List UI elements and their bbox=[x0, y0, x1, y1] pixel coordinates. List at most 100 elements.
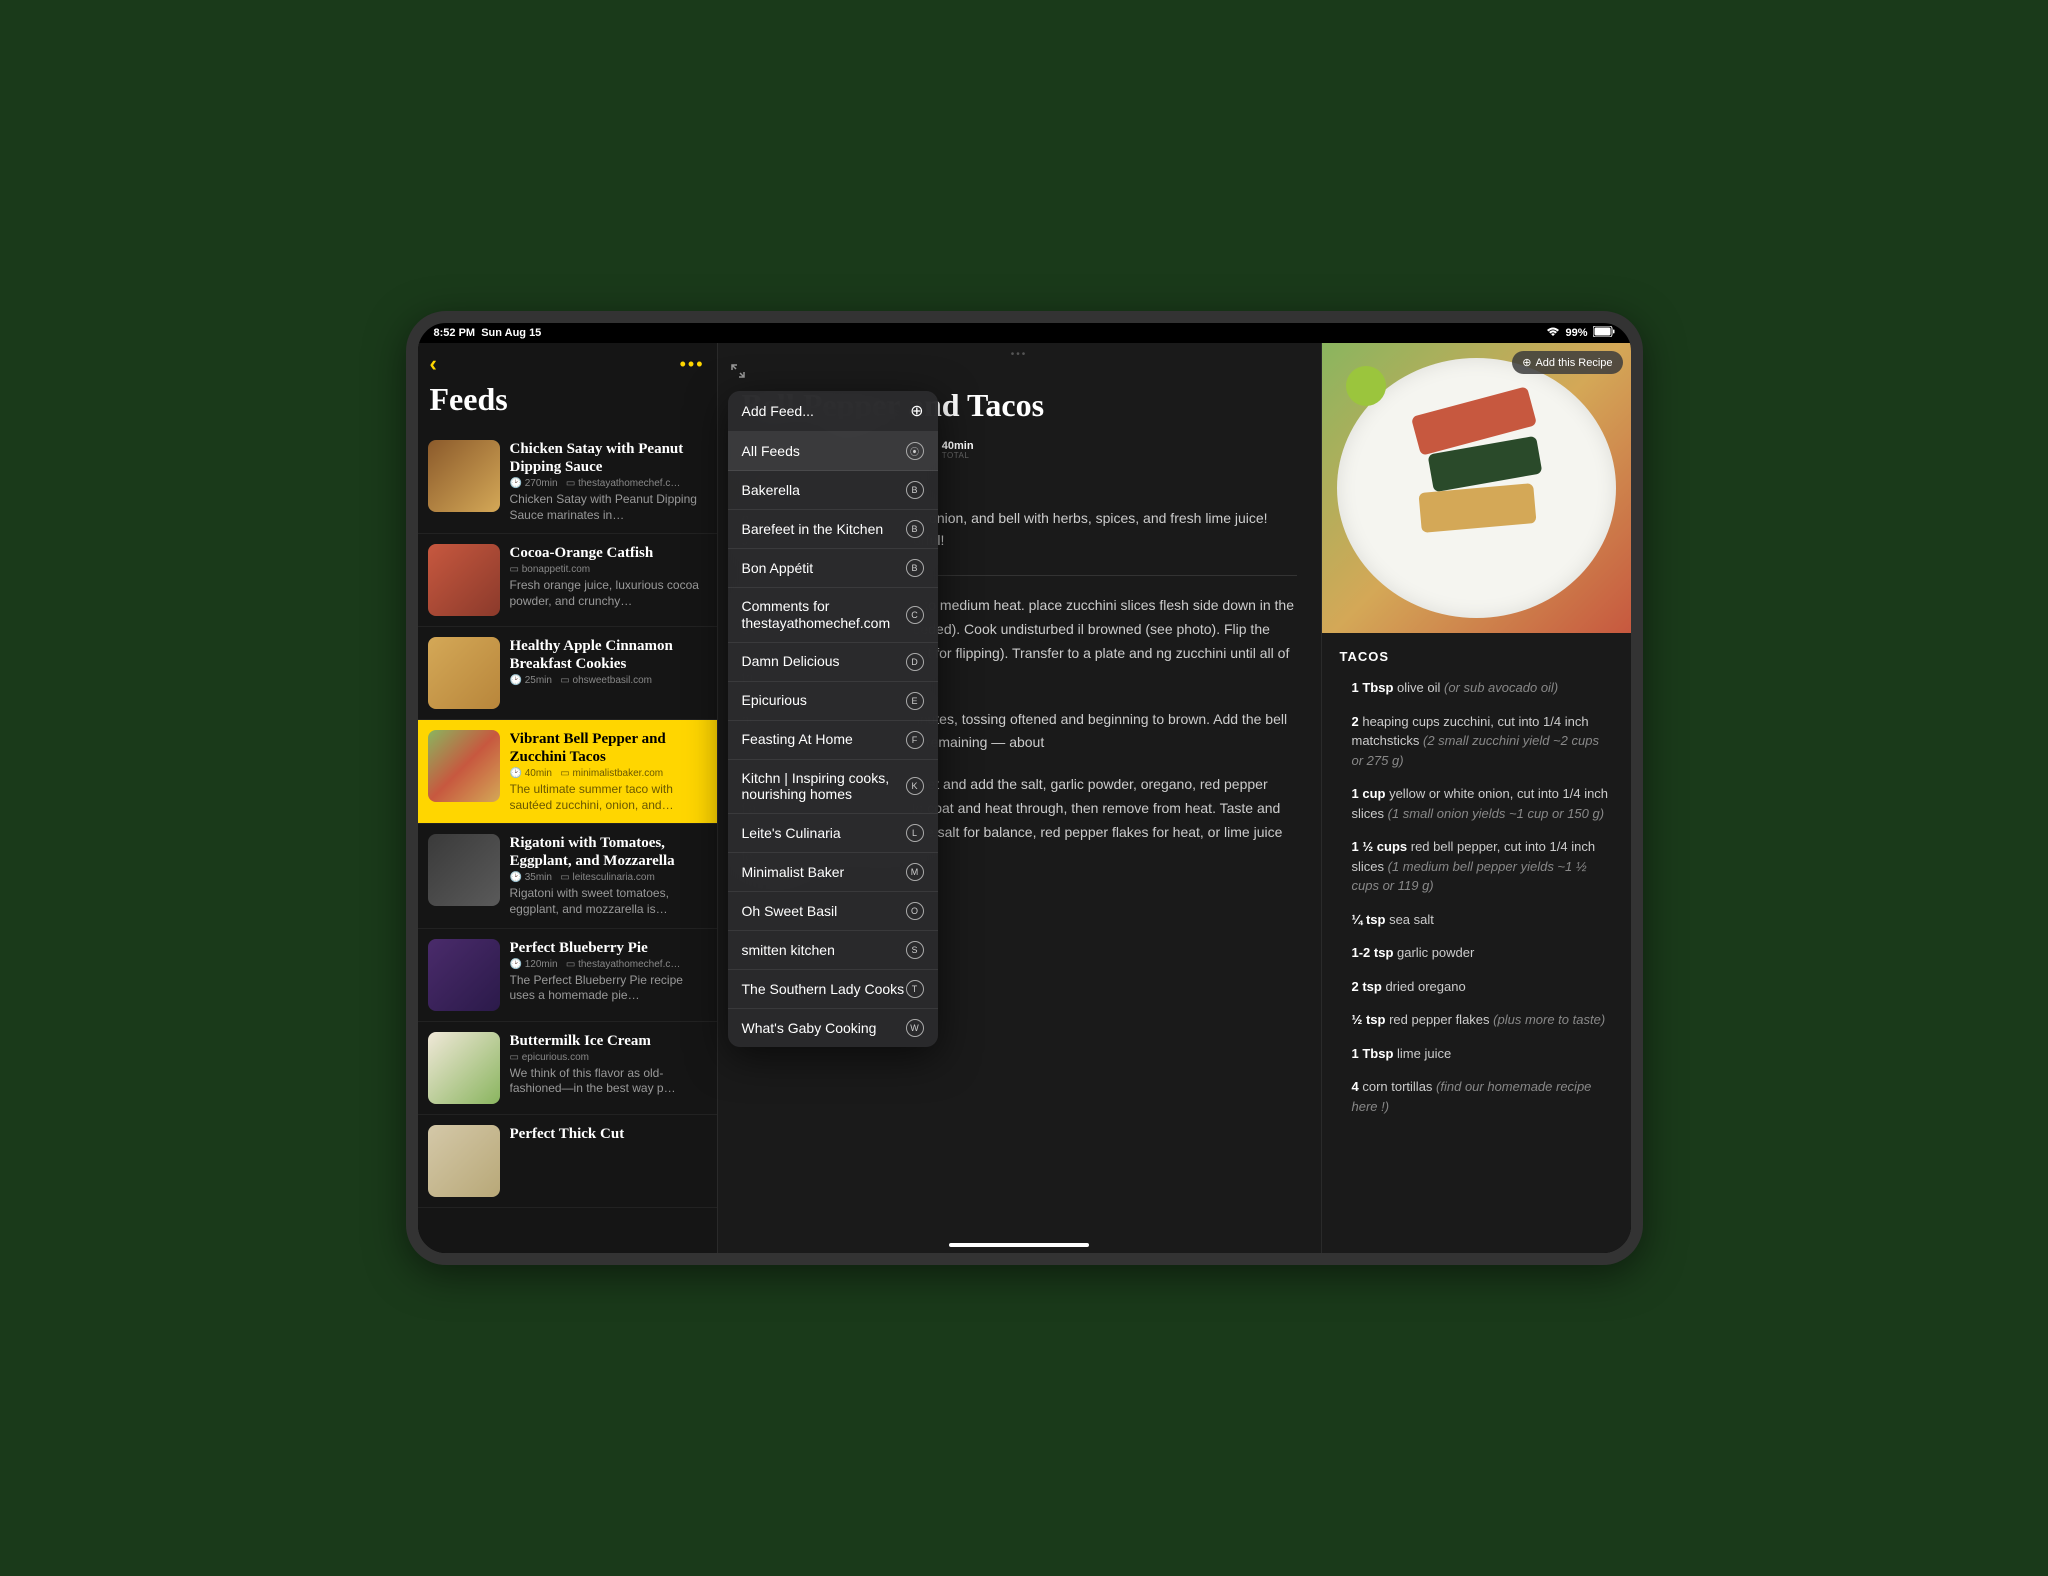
feed-item-title: Buttermilk Ice Cream bbox=[510, 1032, 707, 1050]
feed-item[interactable]: Vibrant Bell Pepper and Zucchini Tacos 🕑… bbox=[418, 720, 717, 824]
feed-thumbnail bbox=[428, 1032, 500, 1104]
drag-handle-icon[interactable]: ••• bbox=[1011, 349, 1028, 360]
dropdown-item[interactable]: Barefeet in the KitchenB bbox=[728, 510, 938, 549]
dropdown-item[interactable]: Damn DeliciousD bbox=[728, 643, 938, 682]
dropdown-item[interactable]: Oh Sweet BasilO bbox=[728, 892, 938, 931]
ingredient-item: ½ tsp red pepper flakes (plus more to ta… bbox=[1340, 1010, 1613, 1030]
plus-circle-icon: ⊕ bbox=[910, 401, 923, 421]
ingredient-item: 2 heaping cups zucchini, cut into 1/4 in… bbox=[1340, 712, 1613, 771]
feed-item[interactable]: Buttermilk Ice Cream ▭ epicurious.com We… bbox=[418, 1022, 717, 1115]
home-indicator[interactable] bbox=[949, 1243, 1089, 1247]
ingredient-item: 1 Tbsp lime juice bbox=[1340, 1044, 1613, 1064]
dropdown-item-label: Leite's Culinaria bbox=[742, 825, 906, 842]
feed-list[interactable]: Chicken Satay with Peanut Dipping Sauce … bbox=[418, 430, 717, 1253]
expand-icon[interactable] bbox=[730, 363, 746, 382]
dropdown-item[interactable]: Bon AppétitB bbox=[728, 549, 938, 588]
feed-badge-icon: O bbox=[906, 902, 924, 920]
feed-item-meta: ▭ bonappetit.com bbox=[510, 564, 707, 575]
right-panel: ⊕ Add this Recipe TACOS 1 Tbsp olive oil… bbox=[1321, 343, 1631, 1253]
dropdown-item[interactable]: What's Gaby CookingW bbox=[728, 1009, 938, 1047]
dropdown-item-label: smitten kitchen bbox=[742, 942, 906, 959]
add-feed-menu-item[interactable]: Add Feed... ⊕ bbox=[728, 391, 938, 432]
ingredient-item: ¼ tsp sea salt bbox=[1340, 910, 1613, 930]
dropdown-item-label: Minimalist Baker bbox=[742, 864, 906, 881]
feed-item[interactable]: Perfect Thick Cut bbox=[418, 1115, 717, 1208]
dropdown-item[interactable]: Kitchn | Inspiring cooks, nourishing hom… bbox=[728, 760, 938, 815]
ingredient-item: 4 corn tortillas (find our homemade reci… bbox=[1340, 1077, 1613, 1116]
feed-thumbnail bbox=[428, 440, 500, 512]
dropdown-item-label: Epicurious bbox=[742, 692, 906, 709]
feed-item-meta: 🕑 35min ▭ leitesculinaria.com bbox=[510, 872, 707, 883]
wifi-icon bbox=[1546, 327, 1560, 340]
feed-item-desc: Fresh orange juice, luxurious cocoa powd… bbox=[510, 578, 707, 609]
dropdown-item-label: Kitchn | Inspiring cooks, nourishing hom… bbox=[742, 770, 906, 804]
dropdown-item[interactable]: Minimalist BakerM bbox=[728, 853, 938, 892]
feed-item-desc: Rigatoni with sweet tomatoes, eggplant, … bbox=[510, 886, 707, 917]
feed-item[interactable]: Perfect Blueberry Pie 🕑 120min ▭ thestay… bbox=[418, 929, 717, 1022]
feed-item-title: Vibrant Bell Pepper and Zucchini Tacos bbox=[510, 730, 707, 766]
feed-thumbnail bbox=[428, 637, 500, 709]
feed-badge-icon: E bbox=[906, 692, 924, 710]
feed-item-desc: The ultimate summer taco with sautéed zu… bbox=[510, 782, 707, 813]
dropdown-item[interactable]: The Southern Lady CooksT bbox=[728, 970, 938, 1009]
feed-item-title: Chicken Satay with Peanut Dipping Sauce bbox=[510, 440, 707, 476]
ingredients-header: TACOS bbox=[1340, 649, 1613, 664]
dropdown-item-label: Comments for thestayathomechef.com bbox=[742, 598, 906, 632]
feed-badge-icon: B bbox=[906, 559, 924, 577]
ingredient-item: 2 tsp dried oregano bbox=[1340, 977, 1613, 997]
feed-badge-icon: ⦿ bbox=[906, 442, 924, 460]
feed-thumbnail bbox=[428, 939, 500, 1011]
dropdown-item-label: All Feeds bbox=[742, 443, 906, 460]
more-options-button[interactable]: ••• bbox=[680, 354, 705, 375]
dropdown-item-label: Damn Delicious bbox=[742, 653, 906, 670]
feed-badge-icon: L bbox=[906, 824, 924, 842]
feed-badge-icon: C bbox=[906, 606, 924, 624]
status-date: Sun Aug 15 bbox=[481, 327, 541, 339]
feed-item-meta: 🕑 120min ▭ thestayathomechef.c… bbox=[510, 959, 707, 970]
dropdown-item-label: Barefeet in the Kitchen bbox=[742, 521, 906, 538]
feed-badge-icon: B bbox=[906, 520, 924, 538]
feed-badge-icon: W bbox=[906, 1019, 924, 1037]
feed-badge-icon: B bbox=[906, 481, 924, 499]
dropdown-item[interactable]: EpicuriousE bbox=[728, 682, 938, 721]
dropdown-item[interactable]: smitten kitchenS bbox=[728, 931, 938, 970]
add-recipe-button[interactable]: ⊕ Add this Recipe bbox=[1512, 351, 1622, 374]
dropdown-item-label: Oh Sweet Basil bbox=[742, 903, 906, 920]
dropdown-item[interactable]: Feasting At HomeF bbox=[728, 721, 938, 760]
feed-badge-icon: F bbox=[906, 731, 924, 749]
dropdown-item[interactable]: All Feeds⦿ bbox=[728, 432, 938, 471]
back-button[interactable]: ‹ bbox=[430, 351, 437, 377]
ingredient-item: 1-2 tsp garlic powder bbox=[1340, 943, 1613, 963]
feed-item[interactable]: Cocoa-Orange Catfish ▭ bonappetit.com Fr… bbox=[418, 534, 717, 627]
feed-badge-icon: T bbox=[906, 980, 924, 998]
dropdown-item[interactable]: BakerellaB bbox=[728, 471, 938, 510]
feed-badge-icon: D bbox=[906, 653, 924, 671]
ingredient-item: 1 Tbsp olive oil (or sub avocado oil) bbox=[1340, 678, 1613, 698]
feed-item[interactable]: Rigatoni with Tomatoes, Eggplant, and Mo… bbox=[418, 824, 717, 928]
feed-item-title: Perfect Blueberry Pie bbox=[510, 939, 707, 957]
ingredients-section: TACOS 1 Tbsp olive oil (or sub avocado o… bbox=[1322, 633, 1631, 1146]
feed-thumbnail bbox=[428, 544, 500, 616]
status-bar: 8:52 PM Sun Aug 15 99% bbox=[418, 323, 1631, 343]
feeds-dropdown: Add Feed... ⊕ All Feeds⦿BakerellaBBarefe… bbox=[728, 391, 938, 1047]
dropdown-item-label: Feasting At Home bbox=[742, 731, 906, 748]
dropdown-item-label: The Southern Lady Cooks bbox=[742, 981, 906, 998]
battery-pct: 99% bbox=[1565, 327, 1587, 339]
dropdown-item-label: Bakerella bbox=[742, 482, 906, 499]
plus-circle-icon: ⊕ bbox=[1522, 356, 1531, 369]
feed-badge-icon: S bbox=[906, 941, 924, 959]
feed-item-desc: The Perfect Blueberry Pie recipe uses a … bbox=[510, 973, 707, 1004]
battery-icon bbox=[1593, 326, 1615, 340]
feed-item-meta: 🕑 25min ▭ ohsweetbasil.com bbox=[510, 675, 707, 686]
sidebar: ‹ ••• Feeds Chicken Satay with Peanut Di… bbox=[418, 343, 718, 1253]
feed-badge-icon: K bbox=[906, 777, 924, 795]
dropdown-item[interactable]: Leite's CulinariaL bbox=[728, 814, 938, 853]
ingredient-item: 1 ½ cups red bell pepper, cut into 1/4 i… bbox=[1340, 837, 1613, 896]
feed-item[interactable]: Healthy Apple Cinnamon Breakfast Cookies… bbox=[418, 627, 717, 720]
feed-item-title: Cocoa-Orange Catfish bbox=[510, 544, 707, 562]
feed-item[interactable]: Chicken Satay with Peanut Dipping Sauce … bbox=[418, 430, 717, 534]
feed-item-title: Rigatoni with Tomatoes, Eggplant, and Mo… bbox=[510, 834, 707, 870]
feed-thumbnail bbox=[428, 1125, 500, 1197]
dropdown-item[interactable]: Comments for thestayathomechef.comC bbox=[728, 588, 938, 643]
status-time: 8:52 PM bbox=[434, 327, 476, 339]
